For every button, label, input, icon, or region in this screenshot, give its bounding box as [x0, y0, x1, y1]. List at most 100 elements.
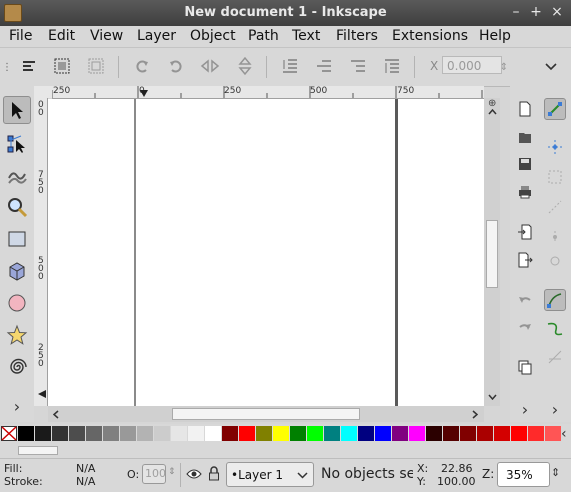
color-swatch[interactable]: [103, 426, 119, 441]
select-all-in-all-layers-button[interactable]: [51, 55, 73, 77]
color-swatch[interactable]: [205, 426, 221, 441]
scroll-down-icon[interactable]: [488, 394, 497, 400]
color-swatch[interactable]: [409, 426, 425, 441]
lower-button[interactable]: [313, 55, 335, 77]
close-button[interactable]: ×: [549, 4, 565, 20]
color-swatch[interactable]: [18, 426, 34, 441]
undo-icon[interactable]: [514, 289, 536, 311]
select-all-button[interactable]: [18, 55, 40, 77]
import-icon[interactable]: [514, 221, 536, 243]
menu-edit[interactable]: Edit: [48, 28, 75, 44]
color-swatch[interactable]: [86, 426, 102, 441]
menu-extensions[interactable]: Extensions: [392, 28, 468, 44]
color-swatch[interactable]: [358, 426, 374, 441]
ellipse-tool-button[interactable]: [3, 289, 31, 317]
vertical-scrollbar[interactable]: ⊕: [484, 98, 500, 406]
color-swatch[interactable]: [35, 426, 51, 441]
3d-box-tool-button[interactable]: [3, 257, 31, 285]
color-swatch[interactable]: [120, 426, 136, 441]
no-paint-swatch-icon[interactable]: [1, 426, 17, 441]
color-swatch[interactable]: [239, 426, 255, 441]
x-coordinate-input[interactable]: 0.000: [442, 56, 502, 74]
color-swatch[interactable]: [443, 426, 459, 441]
zoom-input[interactable]: 35%: [497, 462, 550, 487]
export-icon[interactable]: [514, 249, 536, 271]
palette-scrollbar[interactable]: [0, 444, 571, 458]
color-swatch[interactable]: [137, 426, 153, 441]
color-swatch[interactable]: [477, 426, 493, 441]
color-swatch[interactable]: [341, 426, 357, 441]
color-swatch[interactable]: [324, 426, 340, 441]
horizontal-scroll-thumb[interactable]: [172, 408, 360, 420]
menu-help[interactable]: Help: [479, 28, 511, 44]
fill-value[interactable]: N/A: [76, 462, 95, 475]
zoom-spin-icon[interactable]: ⇕: [551, 466, 560, 479]
node-tool-button[interactable]: [3, 129, 31, 157]
more-tools-chevron-icon[interactable]: ›: [3, 396, 31, 416]
more-snap-chevron-icon[interactable]: ›: [544, 398, 566, 420]
lower-to-bottom-button[interactable]: [279, 55, 301, 77]
layer-dropdown[interactable]: •Layer 1: [226, 462, 314, 487]
scroll-left-icon[interactable]: [53, 410, 59, 419]
new-document-icon[interactable]: [514, 98, 536, 120]
snap-bbox-icon[interactable]: [544, 136, 566, 158]
flip-horizontal-button[interactable]: [199, 55, 221, 77]
menu-file[interactable]: File: [9, 28, 32, 44]
lock-icon[interactable]: [208, 466, 220, 481]
color-swatch[interactable]: [273, 426, 289, 441]
snap-bbox-edges-icon[interactable]: [544, 166, 566, 188]
scroll-right-icon[interactable]: [472, 410, 478, 419]
drawing-canvas[interactable]: [48, 99, 484, 406]
rectangle-tool-button[interactable]: [3, 225, 31, 253]
vertical-scroll-thumb[interactable]: [486, 220, 498, 288]
color-swatch[interactable]: [392, 426, 408, 441]
snap-bbox-centers-icon[interactable]: [544, 250, 566, 272]
color-swatch[interactable]: [171, 426, 187, 441]
more-commands-chevron-icon[interactable]: ›: [514, 398, 536, 420]
color-swatch[interactable]: [52, 426, 68, 441]
menu-object[interactable]: Object: [190, 28, 236, 44]
scroll-up-icon[interactable]: [488, 109, 497, 115]
color-swatch[interactable]: [545, 426, 561, 441]
opacity-spin-icon[interactable]: ⇕: [168, 467, 176, 477]
open-document-icon[interactable]: [514, 126, 536, 148]
stroke-value[interactable]: N/A: [76, 475, 95, 488]
menu-view[interactable]: View: [90, 28, 123, 44]
horizontal-scrollbar[interactable]: [48, 406, 484, 422]
enable-snapping-toggle[interactable]: [544, 98, 566, 120]
minimize-button[interactable]: –: [508, 4, 524, 20]
maximize-button[interactable]: +: [528, 4, 544, 20]
color-swatch[interactable]: [290, 426, 306, 441]
print-icon[interactable]: [514, 181, 536, 203]
deselect-button[interactable]: [85, 55, 107, 77]
overflow-chevron-icon[interactable]: [540, 56, 562, 78]
snap-paths-icon[interactable]: [544, 318, 566, 340]
spiral-tool-button[interactable]: [3, 353, 31, 381]
color-swatch[interactable]: [511, 426, 527, 441]
star-tool-button[interactable]: [3, 321, 31, 349]
color-swatch[interactable]: [375, 426, 391, 441]
snap-intersections-icon[interactable]: [544, 346, 566, 368]
color-swatch[interactable]: [154, 426, 170, 441]
color-swatch[interactable]: [256, 426, 272, 441]
color-swatch[interactable]: [188, 426, 204, 441]
color-swatch[interactable]: [528, 426, 544, 441]
save-document-icon[interactable]: [514, 153, 536, 175]
palette-scroll-thumb[interactable]: [18, 446, 58, 455]
zoom-icon[interactable]: ⊕: [488, 98, 498, 109]
snap-bbox-corners-icon[interactable]: [544, 196, 566, 218]
color-swatch[interactable]: [222, 426, 238, 441]
menu-filters[interactable]: Filters: [336, 28, 378, 44]
raise-button[interactable]: [347, 55, 369, 77]
opacity-input[interactable]: 100: [142, 464, 166, 484]
selector-tool-button[interactable]: [3, 96, 31, 124]
menu-text[interactable]: Text: [292, 28, 320, 44]
visibility-eye-icon[interactable]: [186, 468, 202, 480]
menu-path[interactable]: Path: [248, 28, 279, 44]
flip-vertical-button[interactable]: [234, 55, 256, 77]
rotate-ccw-button[interactable]: [131, 55, 153, 77]
color-swatch[interactable]: [426, 426, 442, 441]
menu-layer[interactable]: Layer: [137, 28, 176, 44]
snap-nodes-toggle[interactable]: [544, 289, 566, 311]
palette-menu-chevron-icon[interactable]: ‹: [561, 426, 567, 442]
